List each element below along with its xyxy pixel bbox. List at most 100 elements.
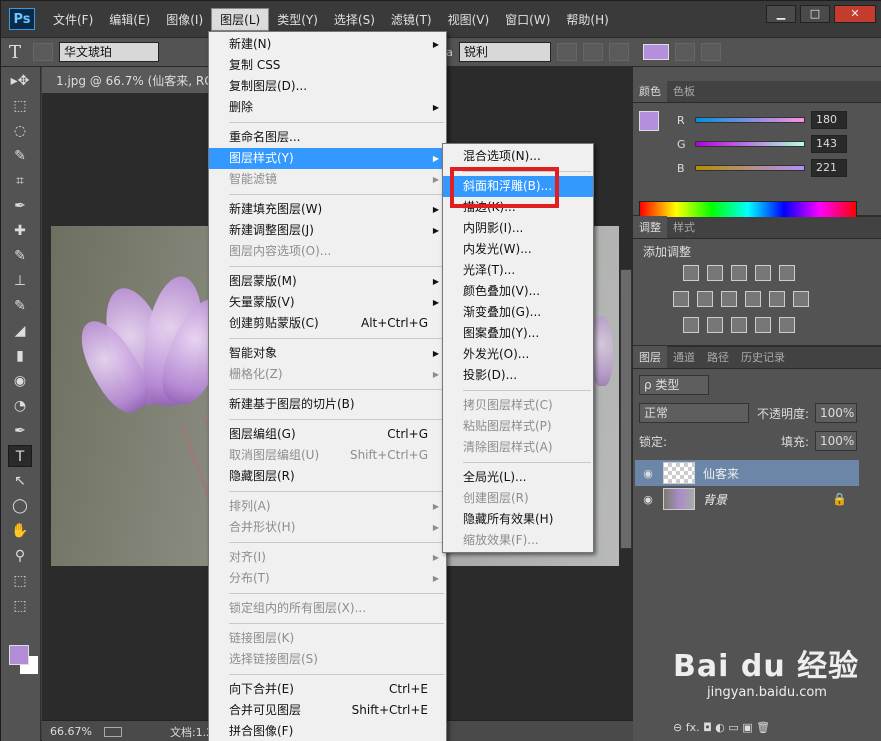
layer-style-item[interactable]: 内阴影(I)... <box>443 218 593 239</box>
layer-name[interactable]: 背景 <box>703 491 727 508</box>
tool-button[interactable]: ◯ <box>8 495 32 517</box>
minimize-button[interactable]: ▁ <box>766 5 796 23</box>
tab-history[interactable]: 历史记录 <box>735 346 791 368</box>
tool-button[interactable]: ◌ <box>8 120 32 142</box>
tab-channels[interactable]: 通道 <box>667 346 701 368</box>
g-value[interactable]: 143 <box>811 135 847 153</box>
tab-styles[interactable]: 样式 <box>667 216 701 238</box>
tool-button[interactable]: ⬚ <box>8 570 32 592</box>
tool-button[interactable]: ◢ <box>8 320 32 342</box>
layer-filter-select[interactable]: ρ 类型 <box>639 375 709 395</box>
layer-menu-item[interactable]: 智能对象 ▶ <box>209 343 446 364</box>
layer-menu-item[interactable]: 新建调整图层(J) ▶ <box>209 220 446 241</box>
layer-menu-item[interactable]: 复制图层(D)... <box>209 76 446 97</box>
menu-filter[interactable]: 滤镜(T) <box>383 9 440 30</box>
tool-button[interactable]: ↖ <box>8 470 32 492</box>
eye-icon[interactable]: ◉ <box>641 467 655 480</box>
hue-saturation-icon[interactable] <box>673 291 689 307</box>
align-left-icon[interactable] <box>556 43 577 61</box>
layer-menu-item[interactable]: 删除 ▶ <box>209 97 446 118</box>
layer-menu-item[interactable]: 重命名图层... <box>209 127 446 148</box>
layer-row[interactable]: ◉ 背景 🔒 <box>635 486 859 512</box>
layer-menu-item[interactable]: 新建基于图层的切片(B) <box>209 394 446 415</box>
layer-name[interactable]: 仙客来 <box>703 465 739 482</box>
levels-icon[interactable] <box>707 265 723 281</box>
tab-adjustments[interactable]: 调整 <box>633 216 667 238</box>
fill-input[interactable]: 100% <box>815 431 857 451</box>
menu-select[interactable]: 选择(S) <box>326 9 383 30</box>
layer-style-item[interactable]: 隐藏所有效果(H) <box>443 509 593 530</box>
vibrance-icon[interactable] <box>779 265 795 281</box>
layer-menu-item[interactable]: 新建(N) ▶ <box>209 34 446 55</box>
tool-button[interactable]: ⊥ <box>8 270 32 292</box>
layer-menu-item[interactable]: 拼合图像(F) <box>209 721 446 741</box>
layer-menu-item[interactable]: 图层样式(Y) ▶ <box>209 148 446 169</box>
layer-row[interactable]: ◉ 仙客来 <box>635 460 859 486</box>
layer-style-item[interactable]: 内发光(W)... <box>443 239 593 260</box>
blend-mode-select[interactable]: 正常 <box>639 403 749 423</box>
b-value[interactable]: 221 <box>811 159 847 177</box>
menu-file[interactable]: 文件(F) <box>45 9 101 30</box>
g-slider[interactable] <box>695 141 805 147</box>
channel-mixer-icon[interactable] <box>769 291 785 307</box>
tool-button[interactable]: ⌗ <box>8 170 32 192</box>
layer-menu-item[interactable]: 图层蒙版(M) ▶ <box>209 271 446 292</box>
tool-button[interactable]: ⬚ <box>8 95 32 117</box>
layer-menu-item[interactable]: 创建剪贴蒙版(C) Alt+Ctrl+G <box>209 313 446 334</box>
layer-menu-item[interactable]: 合并可见图层 Shift+Ctrl+E <box>209 700 446 721</box>
layer-menu-item[interactable]: 矢量蒙版(V) ▶ <box>209 292 446 313</box>
photo-filter-icon[interactable] <box>745 291 761 307</box>
r-slider[interactable] <box>695 117 805 123</box>
document-tab[interactable]: 1.jpg @ 66.7% (仙客来, RGB <box>42 67 212 93</box>
tool-button[interactable]: ▸✥ <box>8 70 32 92</box>
black-white-icon[interactable] <box>721 291 737 307</box>
layer-menu-item[interactable]: 新建填充图层(W) ▶ <box>209 199 446 220</box>
color-lookup-icon[interactable] <box>793 291 809 307</box>
b-slider[interactable] <box>695 165 805 171</box>
menu-window[interactable]: 窗口(W) <box>497 9 558 30</box>
tool-button[interactable]: ✎ <box>8 295 32 317</box>
font-family-select[interactable]: 华文琥珀 <box>59 42 159 62</box>
menu-image[interactable]: 图像(I) <box>158 9 211 30</box>
threshold-icon[interactable] <box>731 317 747 333</box>
layer-menu-item[interactable]: 图层编组(G) Ctrl+G <box>209 424 446 445</box>
text-orientation-icon[interactable] <box>33 43 53 61</box>
menu-edit[interactable]: 编辑(E) <box>101 9 158 30</box>
color-fg-swatch[interactable] <box>639 111 659 131</box>
close-button[interactable]: ✕ <box>834 5 876 23</box>
warp-text-icon[interactable] <box>674 43 695 61</box>
r-value[interactable]: 180 <box>811 111 847 129</box>
layer-menu-item[interactable]: 隐藏图层(R) <box>209 466 446 487</box>
layer-style-item[interactable]: 图案叠加(Y)... <box>443 323 593 344</box>
exposure-icon[interactable] <box>755 265 771 281</box>
zoom-level[interactable]: 66.67% <box>50 725 92 738</box>
text-color-swatch[interactable] <box>642 44 669 60</box>
menu-help[interactable]: 帮助(H) <box>558 9 616 30</box>
gradient-map-icon[interactable] <box>779 317 795 333</box>
curves-icon[interactable] <box>731 265 747 281</box>
maximize-button[interactable]: □ <box>800 5 830 23</box>
layer-style-item[interactable]: 全局光(L)... <box>443 467 593 488</box>
anti-alias-select[interactable]: 锐利 <box>458 42 551 62</box>
brightness-icon[interactable] <box>683 265 699 281</box>
tab-layers[interactable]: 图层 <box>633 346 667 368</box>
tool-button[interactable]: ✒ <box>8 195 32 217</box>
tool-button[interactable]: ⚲ <box>8 545 32 567</box>
foreground-color-swatch[interactable] <box>9 645 29 665</box>
eye-icon[interactable]: ◉ <box>641 493 655 506</box>
menu-type[interactable]: 类型(Y) <box>269 9 326 30</box>
layer-style-item[interactable]: 光泽(T)... <box>443 260 593 281</box>
layer-style-item[interactable]: 颜色叠加(V)... <box>443 281 593 302</box>
tool-button[interactable]: ✋ <box>8 520 32 542</box>
layer-menu-item[interactable]: 复制 CSS <box>209 55 446 76</box>
layer-style-item[interactable]: 投影(D)... <box>443 365 593 386</box>
align-center-icon[interactable] <box>582 43 603 61</box>
tab-color[interactable]: 颜色 <box>633 80 667 102</box>
posterize-icon[interactable] <box>707 317 723 333</box>
menu-view[interactable]: 视图(V) <box>440 9 498 30</box>
layer-style-item[interactable]: 渐变叠加(G)... <box>443 302 593 323</box>
tool-button[interactable]: T <box>8 445 32 467</box>
character-panel-icon[interactable] <box>700 43 721 61</box>
color-balance-icon[interactable] <box>697 291 713 307</box>
tool-button[interactable]: ✒ <box>8 420 32 442</box>
